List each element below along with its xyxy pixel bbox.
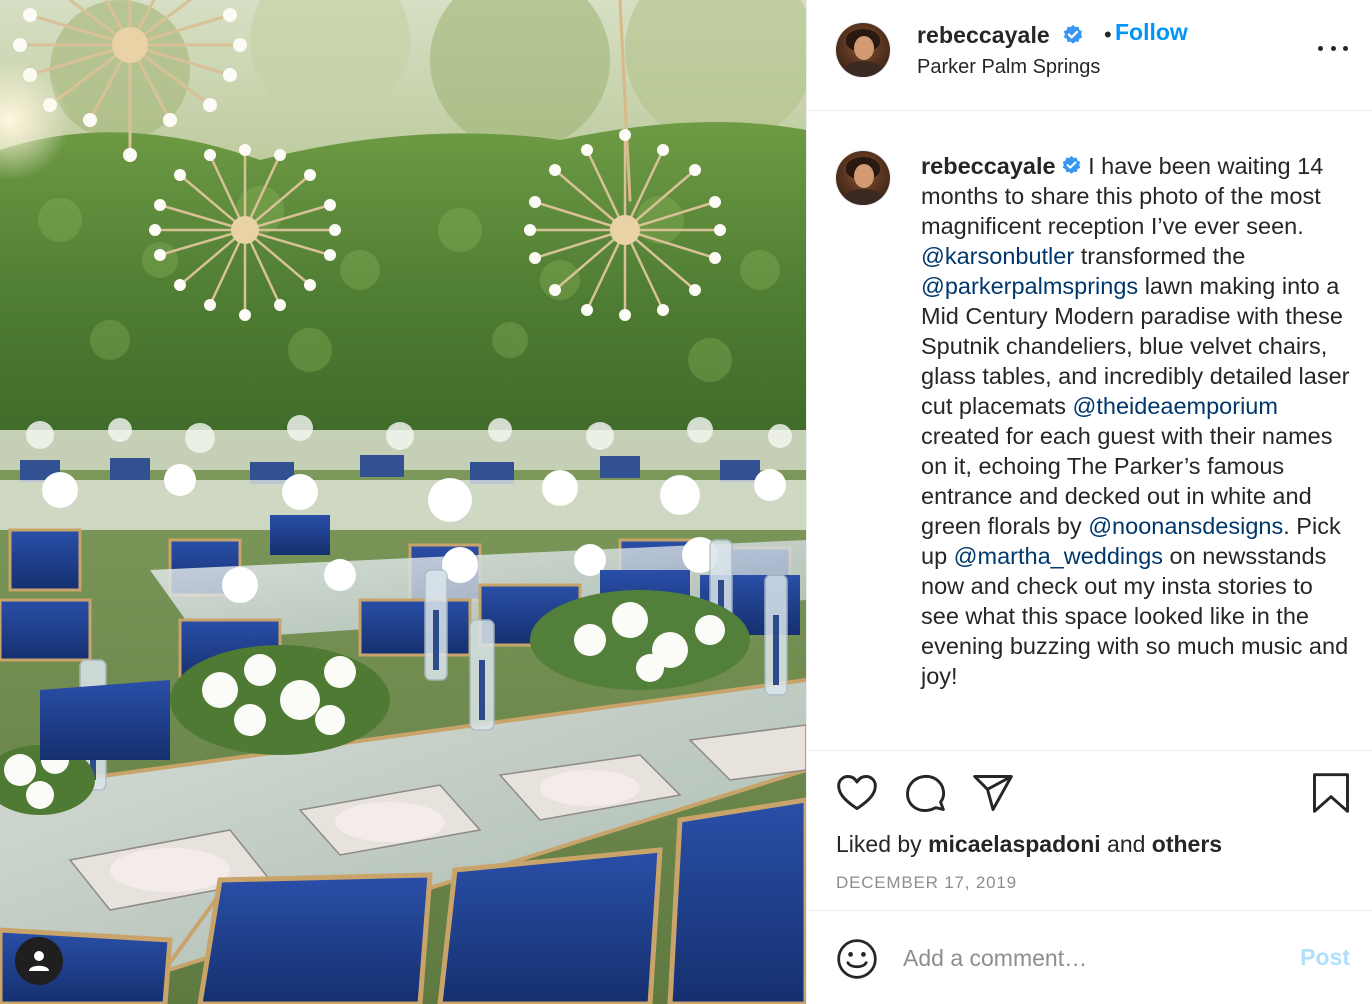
post-side-panel: rebeccayale • Follow Parker Palm Springs bbox=[806, 0, 1372, 1004]
mention-link[interactable]: @martha_weddings bbox=[954, 543, 1163, 569]
comment-input[interactable] bbox=[903, 935, 1273, 981]
caption-author-avatar[interactable] bbox=[836, 151, 890, 205]
likes-others-link[interactable]: others bbox=[1152, 831, 1222, 857]
person-icon bbox=[29, 951, 49, 971]
mention-link[interactable]: @theideaemporium bbox=[1073, 393, 1278, 419]
post-header: rebeccayale • Follow Parker Palm Springs bbox=[807, 0, 1372, 111]
mention-link[interactable]: @parkerpalmsprings bbox=[921, 273, 1138, 299]
post-comment-button[interactable]: Post bbox=[1300, 944, 1350, 971]
reception-photo bbox=[0, 0, 806, 1004]
likes-summary: Liked by micaelaspadoni and others bbox=[836, 831, 1222, 858]
more-dot-icon bbox=[1318, 45, 1323, 51]
post-actions: Liked by micaelaspadoni and others DECEM… bbox=[807, 751, 1372, 892]
caption-text: transformed the bbox=[1074, 243, 1246, 269]
likes-prefix: Liked by bbox=[836, 831, 929, 857]
comment-bar: Post bbox=[807, 910, 1372, 1004]
caption-section: rebeccayale I have been waiting 14 month… bbox=[807, 111, 1372, 751]
comment-icon[interactable] bbox=[903, 771, 947, 815]
likes-middle: and bbox=[1100, 831, 1152, 857]
separator-dot: • bbox=[1104, 22, 1112, 47]
author-avatar[interactable] bbox=[836, 23, 890, 77]
bookmark-icon[interactable] bbox=[1309, 771, 1353, 815]
share-icon[interactable] bbox=[971, 771, 1015, 815]
liker-username[interactable]: micaelaspadoni bbox=[928, 831, 1101, 857]
verified-badge-icon bbox=[1064, 24, 1083, 44]
post-photo[interactable] bbox=[0, 0, 806, 1004]
follow-button[interactable]: Follow bbox=[1115, 19, 1188, 46]
author-username[interactable]: rebeccayale bbox=[917, 22, 1050, 48]
post-caption: rebeccayale I have been waiting 14 month… bbox=[921, 151, 1351, 691]
mention-link[interactable]: @karsonbutler bbox=[921, 243, 1074, 269]
mention-link[interactable]: @noonansdesigns bbox=[1088, 513, 1283, 539]
smiley-icon[interactable] bbox=[835, 937, 879, 981]
tagged-users-button[interactable] bbox=[15, 937, 63, 985]
more-options-button[interactable] bbox=[1318, 38, 1348, 58]
post-location[interactable]: Parker Palm Springs bbox=[917, 56, 1100, 79]
post-date[interactable]: DECEMBER 17, 2019 bbox=[836, 873, 1017, 893]
author-username-row: rebeccayale bbox=[917, 22, 1084, 49]
heart-icon[interactable] bbox=[835, 771, 879, 815]
more-dot-icon bbox=[1330, 45, 1336, 51]
more-dot-icon bbox=[1343, 45, 1348, 51]
caption-username[interactable]: rebeccayale bbox=[921, 153, 1056, 179]
instagram-post: rebeccayale • Follow Parker Palm Springs bbox=[0, 0, 1372, 1004]
verified-badge-icon bbox=[1062, 156, 1080, 175]
